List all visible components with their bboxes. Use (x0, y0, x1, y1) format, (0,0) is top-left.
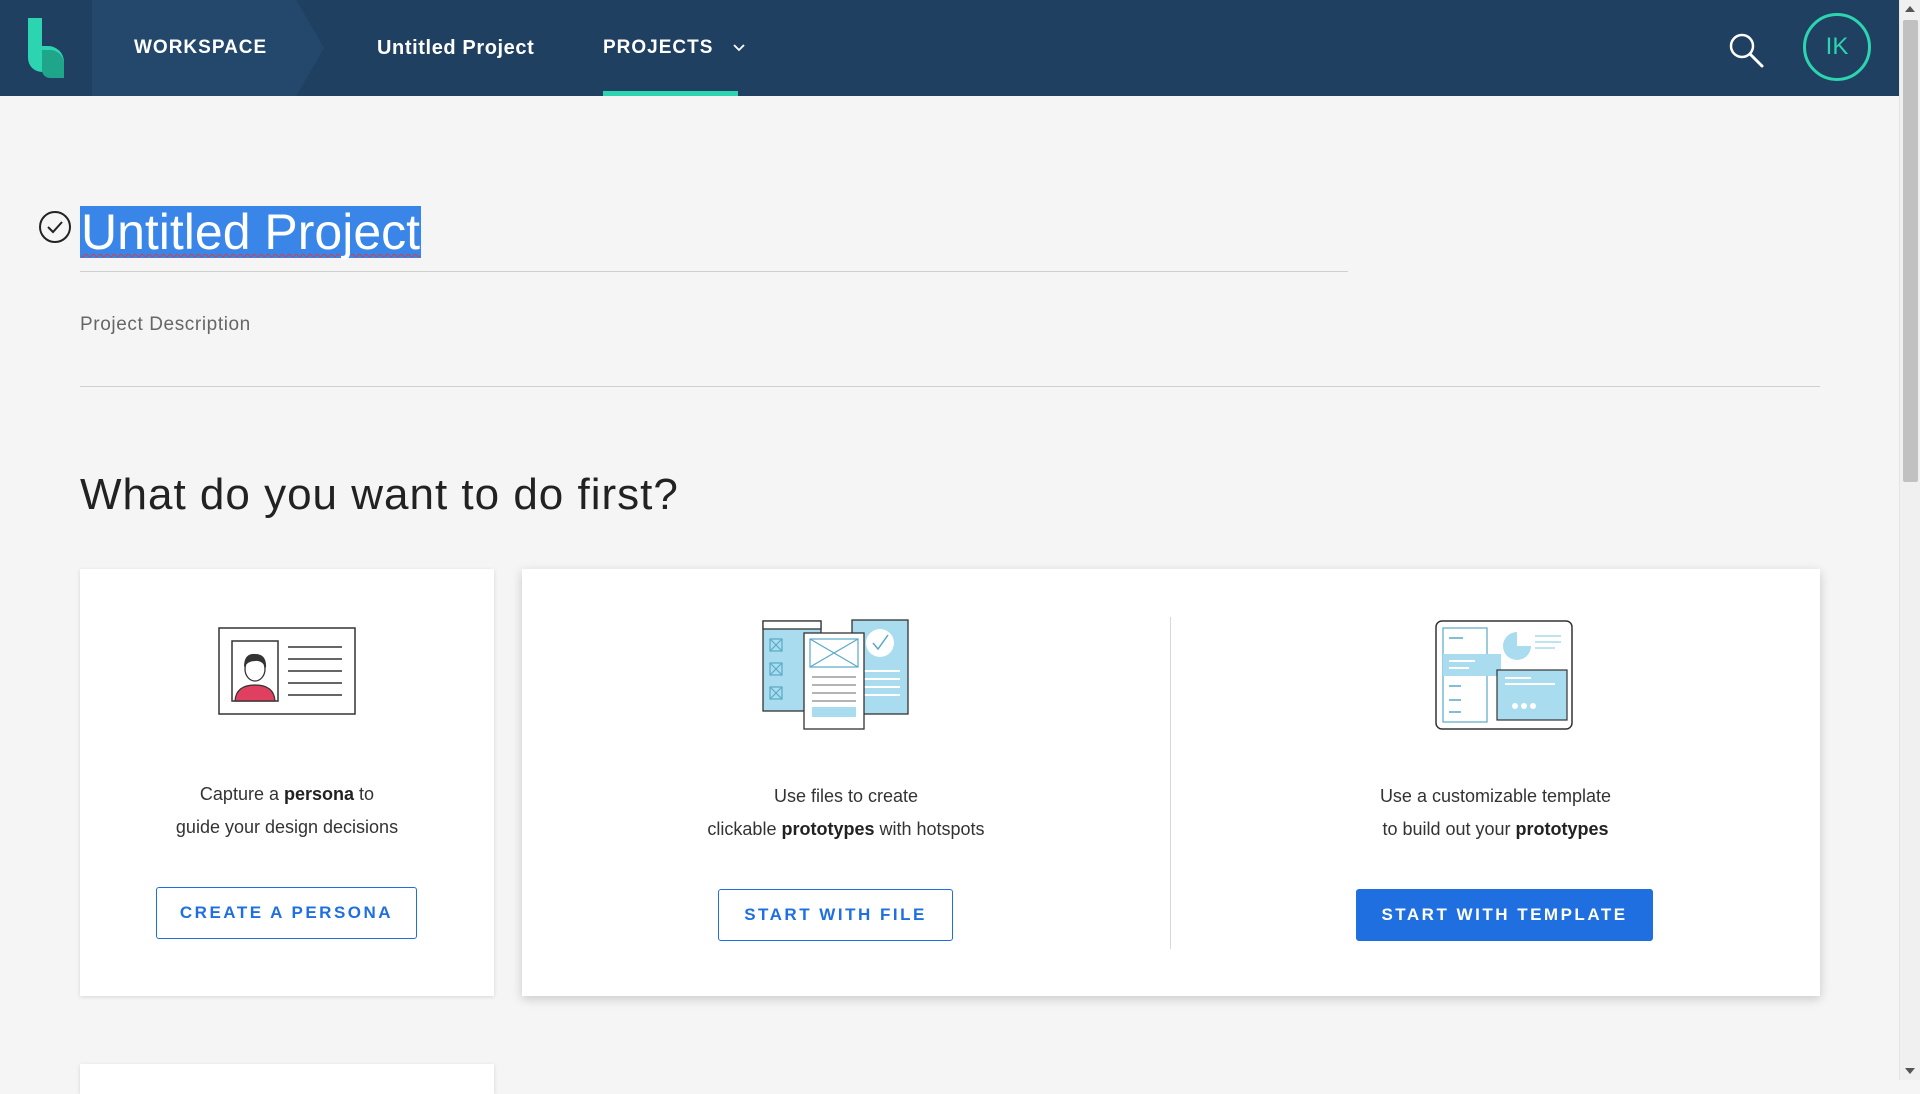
breadcrumb-project[interactable]: Untitled Project (377, 0, 534, 96)
template-text-pre: to build out your (1382, 819, 1511, 839)
file-prototype-illustration (762, 619, 909, 730)
file-card-description: Use files to create clickable prototypes… (522, 780, 1170, 846)
avatar[interactable]: IK (1803, 13, 1871, 81)
persona-card-illustration (218, 627, 356, 715)
file-text-bold: prototypes (781, 819, 875, 839)
persona-card-description: Capture a persona to guide your design d… (80, 778, 494, 844)
persona-text-line2: guide your design decisions (175, 817, 399, 837)
scroll-up-arrow[interactable] (1905, 6, 1915, 12)
search-icon[interactable] (1726, 30, 1766, 70)
top-navigation-bar: WORKSPACE Untitled Project PROJECTS IK (0, 0, 1899, 96)
persona-text-post: to (359, 784, 375, 804)
persona-text-bold: persona (284, 784, 355, 804)
breadcrumb-project-label: Untitled Project (377, 36, 535, 59)
page-scrollbar[interactable] (1899, 0, 1920, 1080)
logo-icon[interactable] (24, 16, 72, 80)
persona-text-pre: Capture a (199, 784, 279, 804)
scrollbar-thumb[interactable] (1903, 20, 1918, 482)
description-underline (80, 386, 1820, 387)
project-title-input[interactable]: Untitled Project (80, 206, 422, 258)
start-with-file-button[interactable]: START WITH FILE (718, 889, 953, 941)
chevron-down-icon (733, 44, 746, 52)
projects-menu[interactable]: PROJECTS (603, 0, 746, 96)
template-text-bold: prototypes (1515, 819, 1609, 839)
persona-card: Capture a persona to guide your design d… (80, 569, 494, 996)
breadcrumb-workspace[interactable]: WORKSPACE (92, 0, 324, 96)
template-card-description: Use a customizable template to build out… (1171, 780, 1820, 846)
start-with-template-button[interactable]: START WITH TEMPLATE (1356, 889, 1653, 941)
avatar-initials: IK (1825, 33, 1849, 60)
scroll-down-arrow[interactable] (1905, 1068, 1915, 1074)
projects-menu-label: PROJECTS (603, 37, 714, 58)
section-heading: What do you want to do first? (80, 470, 679, 519)
next-option-card (80, 1064, 494, 1094)
active-tab-indicator (603, 91, 738, 96)
template-text-line1: Use a customizable template (1379, 786, 1612, 806)
prototype-card: Use files to create clickable prototypes… (522, 569, 1820, 996)
breadcrumb-workspace-label: WORKSPACE (134, 37, 268, 58)
template-illustration (1435, 620, 1573, 730)
project-description-input[interactable]: Project Description (80, 314, 251, 336)
check-circle-icon[interactable] (38, 210, 72, 244)
file-text-post: with hotspots (879, 819, 985, 839)
file-text-pre: clickable (707, 819, 777, 839)
title-underline (80, 271, 1348, 272)
create-persona-button[interactable]: CREATE A PERSONA (156, 887, 417, 939)
file-text-line1: Use files to create (773, 786, 919, 806)
